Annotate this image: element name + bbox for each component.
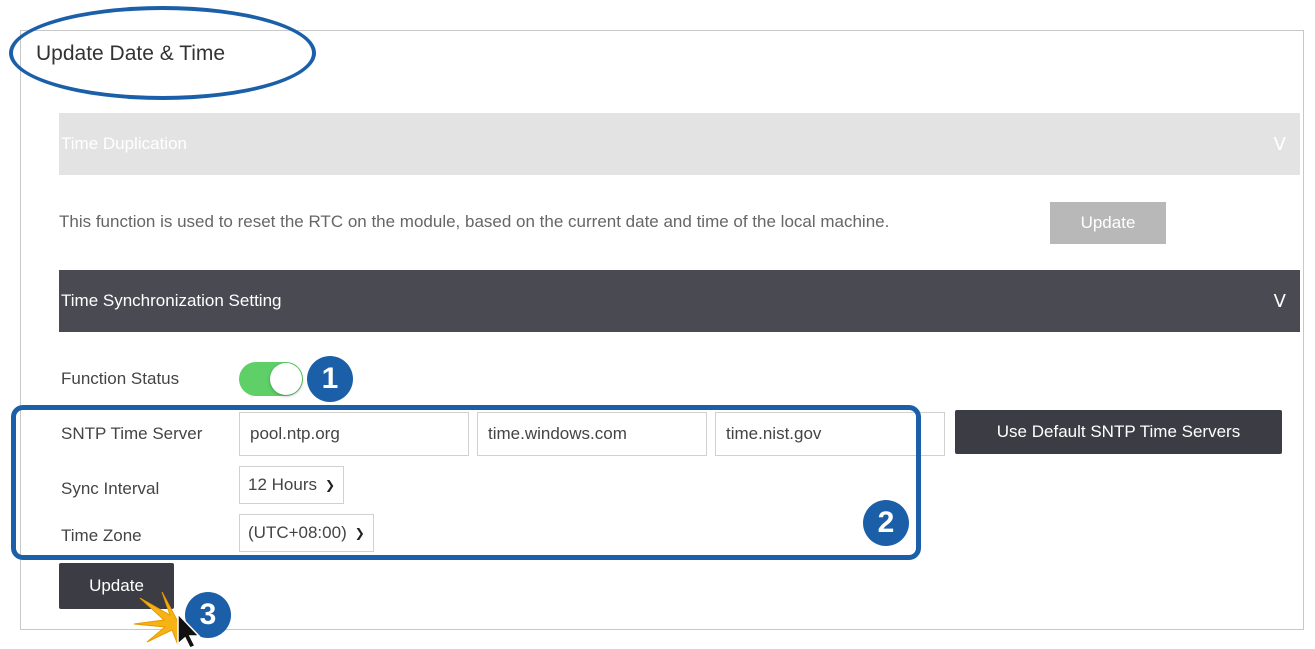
mouse-cursor-icon [177, 612, 201, 649]
highlight-rect-annotation [11, 405, 921, 560]
time-sync-header[interactable]: Time Synchronization Setting V [59, 270, 1300, 332]
chevron-down-icon: V [1273, 290, 1286, 312]
time-duplication-update-button[interactable]: Update [1050, 202, 1166, 244]
chevron-down-icon: V [1273, 133, 1286, 155]
function-status-label: Function Status [61, 369, 180, 388]
time-duplication-header[interactable]: Time Duplication V [59, 113, 1300, 175]
step-1-badge: 1 [307, 356, 353, 402]
step-2-badge: 2 [863, 500, 909, 546]
time-duplication-label: Time Duplication [61, 134, 187, 153]
function-status-toggle[interactable] [239, 362, 303, 396]
time-sync-label: Time Synchronization Setting [61, 291, 282, 310]
time-duplication-description: This function is used to reset the RTC o… [59, 212, 890, 231]
highlight-circle-annotation [9, 6, 316, 100]
toggle-knob [270, 363, 302, 395]
use-default-sntp-button[interactable]: Use Default SNTP Time Servers [955, 410, 1282, 454]
